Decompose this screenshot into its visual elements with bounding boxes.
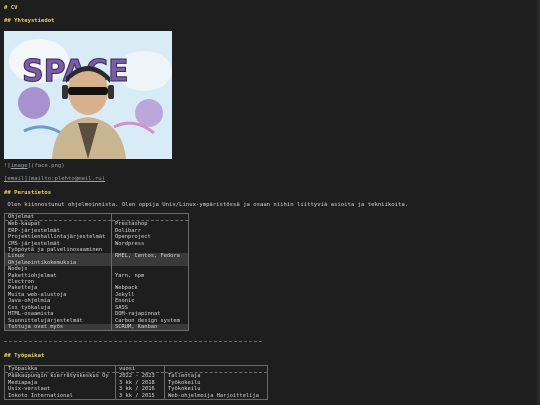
table-cell: 3 kk / 2015 xyxy=(115,392,165,400)
table-cell: 2022 - 2023 xyxy=(115,372,165,380)
table-cell: Inkoto International xyxy=(8,392,73,399)
table-cell: SCRUM, Kanban xyxy=(111,323,188,331)
jobs-table: Työpaikka vuosi Pääkaupungin kierrätyskesk… xyxy=(4,365,268,401)
profile-photo: SPACE xyxy=(4,31,172,159)
table-header-cell: vuosi xyxy=(115,366,165,374)
table-header-row: Ohjelmat xyxy=(5,214,188,222)
table-cell: Carbon design system xyxy=(111,317,188,324)
table-cell: RHEL, Centos, Fedora xyxy=(111,253,188,260)
table-cell: Tallentaja xyxy=(164,372,267,380)
table-header-cell xyxy=(164,366,267,374)
basics-heading: ## Perustietos xyxy=(4,190,52,196)
image-markdown-line: ![image](face.png) xyxy=(4,163,65,169)
table-row: Tuttuja ovat myös SCRUM, Kanban xyxy=(5,323,188,331)
table-cell: Tuttuja ovat myös xyxy=(5,323,112,331)
table-row: Pääkaupungin kierrätyskeskus Oy 2022 - 20… xyxy=(5,372,267,380)
markdown-document: # CV ## Yhteystiedot SPACE ![image](face… xyxy=(0,0,540,405)
table-cell: Web-ohjelmoija Harjoittelija xyxy=(164,392,267,400)
contact-heading: ## Yhteystiedot xyxy=(4,18,55,24)
jobs-heading: ## Työpaikat xyxy=(4,353,45,359)
email-link[interactable]: [email](mailto:plehto@mail.ru) xyxy=(4,175,105,183)
table-header-cell: Työpaikka xyxy=(5,366,116,374)
image-alt-link[interactable]: image xyxy=(11,163,28,169)
table-row: Inkoto International 3 kk / 2015 Web-ohjel… xyxy=(5,392,267,400)
table-cell: Pääkaupungin kierrätyskeskus Oy xyxy=(8,373,109,380)
skills-table: Ohjelmat Web-kaupat Prestashop ERP-järjeste… xyxy=(4,213,189,332)
table-header-cell: Ohjelmat xyxy=(5,214,112,222)
intro-text: Olen kiinnostunut ohjelmoinnista. Olen o… xyxy=(4,202,409,208)
table-header-cell xyxy=(111,214,188,222)
table-cell: Projektienhallintajärjestelmät xyxy=(8,234,106,241)
table-row: Web-kaupat Prestashop xyxy=(5,220,188,228)
horizontal-rule xyxy=(4,341,262,342)
table-header-row: Työpaikka vuosi xyxy=(5,366,267,374)
table-cell: Web-kaupat xyxy=(8,221,41,228)
table-cell: Prestashop xyxy=(111,220,188,228)
cv-title: # CV xyxy=(4,5,18,11)
